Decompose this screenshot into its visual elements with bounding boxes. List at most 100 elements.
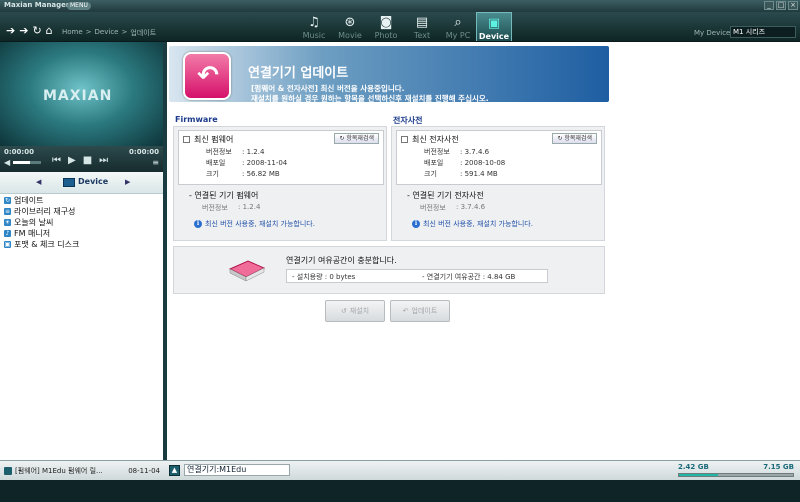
breadcrumb-device[interactable]: Device — [95, 28, 119, 38]
device-icon — [63, 178, 75, 187]
total-time: 0:00:00 — [129, 148, 159, 156]
reinstall-button[interactable]: ↺ 재설치 — [325, 300, 385, 322]
sidebar-item-label: 포맷 & 체크 디스크 — [14, 240, 80, 249]
free-space-value: - 연결기기 여유공간 : 4.84 GB — [422, 273, 516, 281]
sidebar-item-library-rebuild[interactable]: ≡ 라이브러리 재구성 — [4, 206, 160, 217]
tab-label: My PC — [445, 31, 471, 40]
sidebar-item-update[interactable]: ↻ 업데이트 — [4, 195, 160, 206]
update-banner: ↶ 연결기기 업데이트 [펌웨어 & 전자사전] 최신 버전을 사용중입니다. … — [169, 46, 609, 104]
firmware-section-label: Firmware — [175, 115, 218, 124]
player-screen: MAXIAN — [0, 42, 163, 146]
info-row: 크기: 56.82 MB — [206, 170, 280, 178]
tab-music[interactable]: ♫ Music — [296, 12, 332, 41]
free-space-panel: 연결기기 여유공간이 충분합니다. - 설치용량 : 0 bytes - 연결기… — [173, 246, 605, 294]
breadcrumb-separator: > — [85, 28, 92, 36]
tab-label: Movie — [338, 31, 362, 40]
radio-icon: ♪ — [4, 230, 11, 237]
tab-photo[interactable]: ◙ Photo — [368, 12, 404, 41]
sidebar-item-label: 업데이트 — [14, 195, 44, 206]
update-icon: ↶ — [402, 307, 409, 315]
capacity-bar — [678, 473, 794, 477]
device-select[interactable]: M1 시리즈 — [730, 26, 796, 38]
info-row: 배포일: 2008-11-04 — [206, 159, 288, 167]
reinstall-label: 재설치 — [349, 307, 370, 315]
menu-button[interactable]: MENU — [67, 2, 91, 10]
update-icon: ↻ — [4, 197, 11, 204]
app-title: Maxian Manager — [4, 1, 70, 9]
dictionary-note-text: 최신 버전 사용중, 재설치 가능합니다. — [423, 220, 533, 228]
stop-icon[interactable]: ■ — [83, 155, 92, 167]
playlist-icon[interactable]: ≡ — [152, 158, 159, 167]
tab-device[interactable]: ▣ Device — [476, 12, 512, 41]
firmware-refresh-button[interactable]: ↻ 항목재검색 — [334, 133, 379, 144]
status-message: [펌웨어] M1Edu 펌웨어 릴... 08-11-04 — [4, 465, 164, 477]
minimize-icon[interactable]: _ — [764, 1, 774, 10]
firmware-section: 최신 펌웨어 ↻ 항목재검색 버전정보: 1.2.4 배포일: 2008-11-… — [173, 126, 387, 241]
breadcrumb-home[interactable]: Home — [62, 28, 83, 38]
document-icon: ▤ — [415, 15, 429, 30]
sidebar-item-fm-manager[interactable]: ♪ FM 매니저 — [4, 228, 160, 239]
play-icon[interactable]: ▶ — [68, 155, 76, 167]
home-icon[interactable]: ⌂ — [46, 25, 53, 36]
firmware-latest-card: 최신 펌웨어 ↻ 항목재검색 버전정보: 1.2.4 배포일: 2008-11-… — [178, 130, 384, 185]
tab-movie[interactable]: ⊛ Movie — [332, 12, 368, 41]
refresh-icon[interactable]: ↻ — [32, 25, 41, 36]
tab-label: Device — [478, 32, 510, 41]
device-icon: ▣ — [487, 16, 501, 31]
bottom-strip — [0, 480, 800, 502]
update-arrow-icon: ↶ — [183, 52, 231, 100]
film-reel-icon: ⊛ — [344, 15, 356, 30]
current-time: 0:00:00 — [4, 148, 34, 156]
transport-buttons: ⏮ ▶ ■ ⏭ — [52, 155, 108, 167]
dictionary-note: i 최신 버전 사용중, 재설치 가능합니다. — [412, 219, 533, 229]
tab-text[interactable]: ▤ Text — [404, 12, 440, 41]
firmware-note-text: 최신 버전 사용중, 재설치 가능합니다. — [205, 220, 315, 228]
install-size: - 설치용량 : 0 bytes — [292, 273, 356, 281]
update-button[interactable]: ↶ 업데이트 — [390, 300, 450, 322]
update-label: 업데이트 — [411, 307, 438, 315]
maxian-logo: MAXIAN — [43, 88, 113, 104]
status-text: [펌웨어] M1Edu 펌웨어 릴... — [15, 467, 103, 475]
dictionary-refresh-button[interactable]: ↻ 항목재검색 — [552, 133, 597, 144]
volume-icon[interactable]: ◀ — [4, 158, 10, 167]
info-row: 버전정보: 3.7.4.6 — [424, 148, 490, 156]
toolbar: ➔ ➔ ↻ ⌂ Home > Device > 업데이트 ♫ Music ⊛ M… — [0, 12, 800, 42]
sidebar-item-weather[interactable]: ☀ 오늘의 날씨 — [4, 217, 160, 228]
maximize-icon[interactable]: □ — [776, 1, 786, 10]
capacity-fill — [679, 474, 718, 476]
weather-icon: ☀ — [4, 219, 11, 226]
my-device-label: My Device — [694, 29, 731, 37]
eject-icon[interactable]: ▲ — [169, 464, 180, 476]
total-capacity: 7.15 GB — [763, 463, 794, 471]
banner-line-2: 재설치를 원하실 경우 원하는 항목을 선택하신후 재설치를 진행해 주십시오. — [251, 94, 489, 103]
firmware-checkbox[interactable] — [183, 136, 190, 143]
info-icon: i — [194, 220, 202, 228]
tab-my-pc[interactable]: ⌕ My PC — [440, 12, 476, 41]
previous-icon[interactable]: ⏮ — [52, 155, 61, 167]
info-row: 배포일: 2008-10-08 — [424, 159, 506, 167]
banner-message: [펌웨어 & 전자사전] 최신 버전을 사용중입니다. 재설치를 원하실 경우 … — [251, 84, 489, 104]
forward-arrow-icon[interactable]: ➔ — [19, 25, 28, 36]
firmware-note: i 최신 버전 사용중, 재설치 가능합니다. — [194, 219, 315, 229]
back-arrow-icon[interactable]: ➔ — [6, 25, 15, 36]
reinstall-icon: ↺ — [340, 307, 347, 315]
firmware-connected-title: - 연결된 기기 펌웨어 — [189, 191, 259, 200]
breadcrumb: Home > Device > 업데이트 — [62, 28, 156, 38]
sidebar-item-format[interactable]: ▣ 포맷 & 체크 디스크 — [4, 239, 160, 250]
dictionary-section: 최신 전자사전 ↻ 항목재검색 버전정보: 3.7.4.6 배포일: 2008-… — [391, 126, 605, 241]
music-note-icon: ♫ — [308, 15, 320, 30]
volume-slider[interactable] — [13, 161, 41, 164]
close-icon[interactable]: × — [788, 1, 798, 10]
dictionary-connected-title: - 연결된 기기 전자사전 — [407, 191, 484, 200]
app-window: Maxian Manager MENU _ □ × ➔ ➔ ↻ ⌂ Home >… — [0, 0, 800, 502]
sidebar-item-label: 라이브러리 재구성 — [14, 207, 76, 216]
dictionary-checkbox[interactable] — [401, 136, 408, 143]
next-icon[interactable]: ⏭ — [99, 155, 108, 167]
chevron-left-icon[interactable]: ◀ — [36, 178, 41, 186]
main-tabs: ♫ Music ⊛ Movie ◙ Photo ▤ Text ⌕ My PC ▣… — [296, 12, 512, 41]
info-row: 버전정보: 1.2.4 — [206, 148, 265, 156]
left-panel: MAXIAN 0:00:00 0:00:00 ◀ ⏮ ▶ ■ ⏭ ≡ ◀ Dev… — [0, 42, 165, 460]
camera-icon: ◙ — [379, 15, 393, 30]
dictionary-latest-card: 최신 전자사전 ↻ 항목재검색 버전정보: 3.7.4.6 배포일: 2008-… — [396, 130, 602, 185]
chevron-right-icon[interactable]: ▶ — [125, 178, 130, 186]
